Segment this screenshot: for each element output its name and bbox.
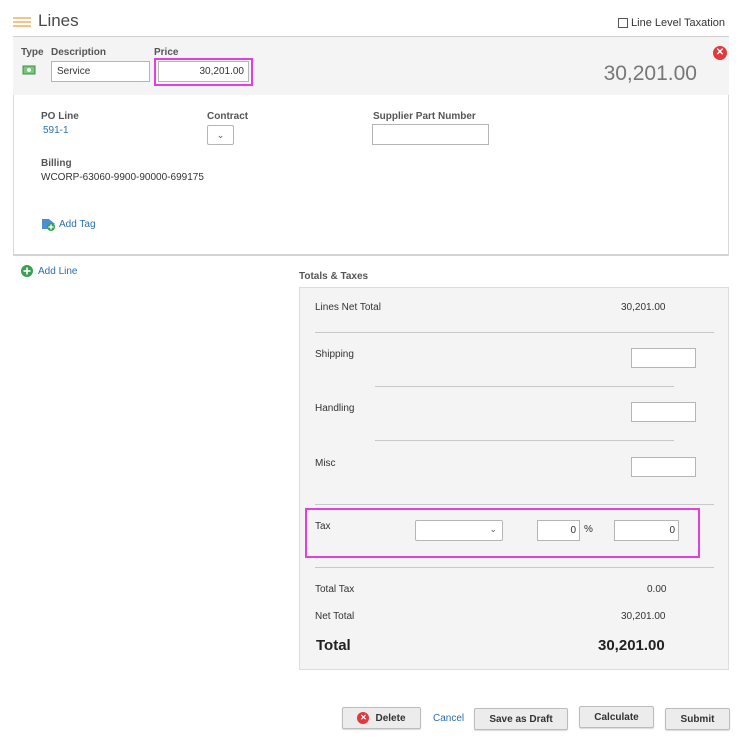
description-input[interactable] [51,61,150,82]
contract-select[interactable]: ⌄ [207,125,234,145]
contract-label: Contract [207,111,249,122]
add-line-button[interactable]: Add Line [21,265,77,277]
service-type-icon [22,65,36,75]
shipping-input[interactable] [631,348,696,368]
tag-icon [42,219,55,231]
tax-amount-input[interactable] [614,520,679,541]
supplier-part-input[interactable] [372,124,489,145]
type-header: Type [21,47,44,58]
delete-button[interactable]: ✕ Delete [342,707,421,729]
net-total-label: Net Total [315,611,355,622]
total-tax-value: 0.00 [647,584,667,595]
add-tag-label: Add Tag [59,218,96,230]
lines-net-total-label: Lines Net Total [315,302,381,313]
checkbox-icon[interactable] [618,18,629,28]
divider [375,440,674,441]
billing-label: Billing [41,158,72,169]
misc-label: Misc [315,458,336,469]
shipping-label: Shipping [315,349,354,360]
line-level-taxation-checkbox[interactable]: Line Level Taxation [618,17,725,29]
net-total-value: 30,201.00 [621,611,666,622]
po-line-link[interactable]: 591-1 [43,125,69,136]
divider [315,332,714,333]
chevron-down-icon: ⌄ [489,524,497,534]
delete-label: Delete [375,712,406,724]
handling-label: Handling [315,403,355,414]
total-value: 30,201.00 [598,637,665,654]
description-header: Description [51,47,107,58]
lines-section-icon [13,17,31,28]
tax-percent-input[interactable] [537,520,580,541]
po-line-label: PO Line [41,111,79,122]
billing-value: WCORP-63060-9900-90000-699175 [41,172,204,183]
totals-title: Totals & Taxes [299,271,369,282]
price-input[interactable] [158,61,249,82]
remove-line-icon[interactable]: ✕ [713,46,727,60]
total-label: Total [316,637,351,654]
supplier-part-label: Supplier Part Number [373,111,476,122]
add-tag-button[interactable]: Add Tag [41,217,96,231]
handling-input[interactable] [631,402,696,422]
chevron-down-icon: ⌄ [216,130,225,140]
section-title: Lines [38,11,79,30]
divider [315,567,714,568]
line-total: 30,201.00 [603,62,697,85]
divider [315,504,714,505]
cancel-link[interactable]: Cancel [433,713,464,724]
line-level-taxation-label: Line Level Taxation [631,17,725,29]
tax-label: Tax [315,521,331,532]
tax-type-select[interactable]: ⌄ [415,520,503,541]
add-icon [21,265,33,277]
submit-button[interactable]: Submit [665,708,730,730]
total-tax-label: Total Tax [315,584,355,595]
save-as-draft-button[interactable]: Save as Draft [474,708,568,730]
delete-icon: ✕ [357,712,370,724]
misc-input[interactable] [631,457,696,477]
lines-net-total-value: 30,201.00 [621,302,666,313]
price-header: Price [154,47,179,58]
add-line-label: Add Line [38,265,78,277]
divider [375,386,674,387]
percent-sign: % [584,524,593,535]
calculate-button[interactable]: Calculate [579,706,654,728]
